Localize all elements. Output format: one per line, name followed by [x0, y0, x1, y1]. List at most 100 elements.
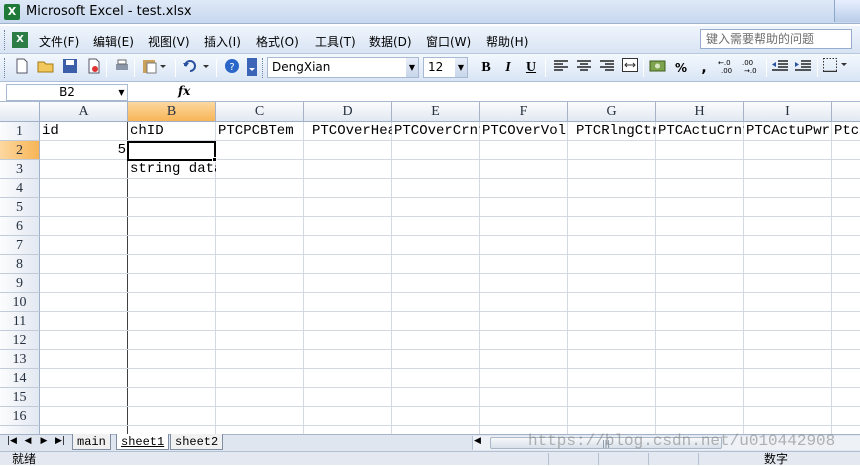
menu-window[interactable]: 窗口(W)	[426, 33, 471, 50]
underline-button[interactable]: U	[521, 58, 541, 78]
permission-icon[interactable]	[84, 58, 104, 78]
menu-help[interactable]: 帮助(H)	[486, 33, 528, 50]
italic-button[interactable]: I	[498, 58, 518, 78]
next-sheet-icon[interactable]: ▶	[38, 436, 50, 446]
column-header-a[interactable]: A	[40, 102, 128, 122]
cell-d1[interactable]: PTCOverHea	[310, 122, 392, 141]
cell-i1[interactable]: PTCActuPwr	[744, 122, 832, 141]
row-header[interactable]: 10	[0, 293, 40, 312]
column-header-i[interactable]: I	[744, 102, 832, 122]
gridline	[40, 406, 860, 407]
column-header-j[interactable]	[832, 102, 860, 122]
toolbar-grip[interactable]	[4, 30, 8, 50]
menu-file[interactable]: 文件(F)	[39, 33, 79, 50]
cell-e1[interactable]: PTCOverCrnt	[392, 122, 480, 141]
toolbar-grip[interactable]	[4, 58, 8, 78]
chevron-down-icon[interactable]: ▼	[406, 58, 418, 77]
row-header[interactable]: 3	[0, 160, 40, 179]
name-box[interactable]: B2	[6, 84, 128, 101]
borders-icon[interactable]	[822, 58, 852, 78]
toolbar-options-icon[interactable]	[246, 58, 258, 78]
cell-f1[interactable]: PTCOverVol	[480, 122, 568, 141]
row-header[interactable]: 16	[0, 407, 40, 426]
menu-insert[interactable]: 插入(I)	[204, 33, 241, 50]
sheet-tab-sheet1[interactable]: sheet1	[116, 434, 170, 450]
help-icon[interactable]: ?	[222, 58, 242, 78]
cell-c1[interactable]: PTCPCBTem	[216, 122, 304, 141]
row-header[interactable]: 1	[0, 122, 40, 141]
decrease-decimal-icon[interactable]: .00 →.0	[740, 58, 762, 78]
select-all-button[interactable]	[0, 102, 40, 122]
open-folder-icon[interactable]	[36, 58, 56, 78]
last-sheet-icon[interactable]: ▶|	[54, 436, 66, 446]
menu-format[interactable]: 格式(O)	[256, 33, 299, 50]
fill-handle[interactable]	[212, 157, 217, 162]
increase-decimal-icon[interactable]: ←.0.00	[716, 58, 738, 78]
column-header-e[interactable]: E	[392, 102, 480, 122]
sheet-tab-main[interactable]: main	[72, 434, 111, 450]
bold-button[interactable]: B	[476, 58, 496, 78]
column-header-c[interactable]: C	[216, 102, 304, 122]
excel-icon[interactable]: X	[4, 4, 20, 20]
toolbar-grip[interactable]	[262, 58, 266, 78]
row-header[interactable]: 12	[0, 331, 40, 350]
menu-data[interactable]: 数据(D)	[369, 33, 412, 50]
first-sheet-icon[interactable]: |◀	[6, 436, 18, 446]
active-cell-border[interactable]	[127, 141, 216, 161]
scroll-left-icon[interactable]: ◀	[474, 436, 481, 446]
help-search-input[interactable]: 键入需要帮助的问题	[700, 29, 852, 49]
row-header[interactable]: 13	[0, 350, 40, 369]
row-header[interactable]: 4	[0, 179, 40, 198]
align-center-icon[interactable]	[574, 58, 594, 78]
row-header[interactable]: 7	[0, 236, 40, 255]
cell-a1[interactable]: id	[40, 122, 128, 141]
row-header[interactable]: 8	[0, 255, 40, 274]
undo-icon[interactable]	[180, 58, 212, 78]
column-header-d[interactable]: D	[304, 102, 392, 122]
menu-tools[interactable]: 工具(T)	[315, 33, 356, 50]
row-header[interactable]: 9	[0, 274, 40, 293]
font-name-select[interactable]: DengXian	[267, 57, 419, 78]
align-left-icon[interactable]	[551, 58, 571, 78]
row-header[interactable]: 5	[0, 198, 40, 217]
row-header[interactable]: 15	[0, 388, 40, 407]
column-header-h[interactable]: H	[656, 102, 744, 122]
cell-j1[interactable]: Ptc	[832, 122, 860, 141]
window-control-button[interactable]	[834, 0, 860, 22]
decrease-indent-icon[interactable]	[770, 58, 790, 78]
menu-edit[interactable]: 编辑(E)	[93, 33, 134, 50]
save-icon[interactable]	[60, 58, 80, 78]
toolbar-separator	[134, 59, 135, 77]
cell-a2[interactable]: 5	[40, 141, 128, 160]
percent-style-button[interactable]: %	[671, 58, 691, 78]
new-document-icon[interactable]	[12, 58, 32, 78]
row-header[interactable]	[0, 426, 40, 434]
prev-sheet-icon[interactable]: ◀	[22, 436, 34, 446]
column-header-f[interactable]: F	[480, 102, 568, 122]
menu-view[interactable]: 视图(V)	[148, 33, 190, 50]
chevron-down-icon[interactable]: ▼	[455, 58, 467, 77]
formula-input[interactable]	[196, 84, 856, 101]
cell-b1[interactable]: chID	[128, 122, 216, 141]
row-header[interactable]: 14	[0, 369, 40, 388]
insert-function-icon[interactable]: fx	[178, 84, 190, 98]
row-header[interactable]: 11	[0, 312, 40, 331]
column-header-g[interactable]: G	[568, 102, 656, 122]
cell-b3[interactable]: string data	[128, 160, 216, 179]
comma-style-button[interactable]: ,	[694, 58, 714, 78]
currency-icon[interactable]	[648, 58, 668, 78]
row-header[interactable]: 2	[0, 141, 40, 160]
row-header[interactable]: 6	[0, 217, 40, 236]
sheet-tab-sheet2[interactable]: sheet2	[170, 434, 224, 450]
print-icon[interactable]	[112, 58, 132, 78]
workbook-icon[interactable]: X	[12, 32, 28, 48]
column-header-b[interactable]: B	[128, 102, 216, 122]
increase-indent-icon[interactable]	[793, 58, 813, 78]
merge-center-icon[interactable]	[620, 58, 640, 78]
worksheet-grid[interactable]: A B C D E F G H I 1 2 3 4 5 6 7 8 9 10 1…	[0, 102, 860, 434]
chevron-down-icon[interactable]: ▼	[116, 85, 127, 100]
align-right-icon[interactable]	[597, 58, 617, 78]
paste-icon[interactable]	[140, 58, 170, 78]
cell-g1[interactable]: PTCRlngCtr	[574, 122, 656, 141]
cell-h1[interactable]: PTCActuCrnt	[656, 122, 744, 141]
